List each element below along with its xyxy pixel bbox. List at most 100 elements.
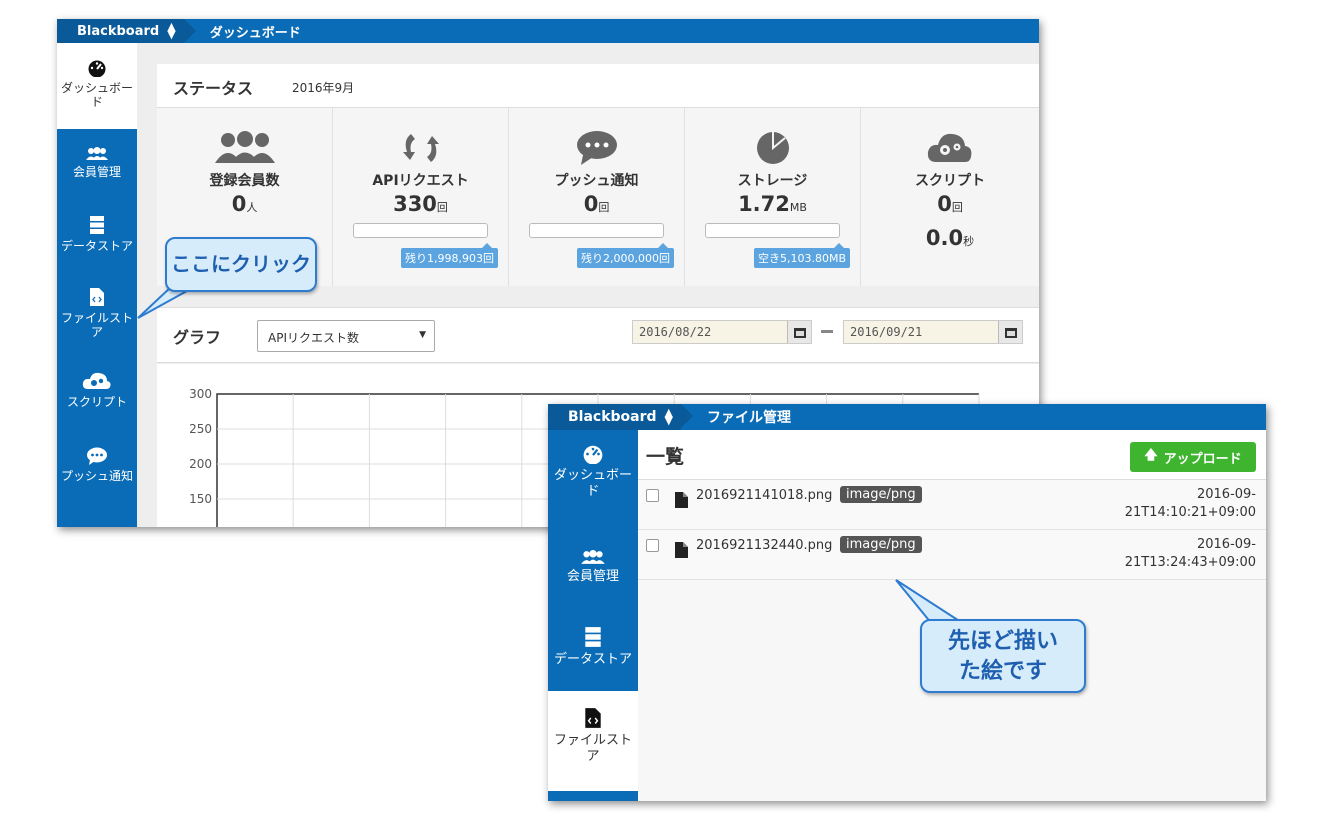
stat-label: ストレージ (737, 173, 808, 189)
cloud-gear-icon (927, 133, 972, 162)
callout-drawn-picture: 先ほど描い た絵です (920, 619, 1086, 693)
gauge-icon (88, 60, 106, 77)
file-row[interactable]: 2016921141018.png image/png 2016-09- 21T1… (638, 480, 1266, 530)
sidebar-item-label: データストア (60, 239, 133, 253)
stat-script: スクリプト 0回 0.0秒 (861, 108, 1039, 286)
graph-header: グラフ APIリクエスト数 ▼ 2016/08/22 2016/09/21 (157, 307, 1039, 363)
brand-name: Blackboard (568, 409, 657, 425)
mime-badge: image/png (840, 536, 922, 553)
graph-title: グラフ (173, 328, 222, 347)
cloud-gear-icon (82, 372, 111, 389)
breadcrumb[interactable]: ファイル管理 (681, 407, 791, 427)
users-icon (86, 147, 108, 160)
sidebar-item-label: ファイルストア (61, 311, 134, 339)
database-icon (585, 627, 601, 647)
y-tick-label: 300 (189, 387, 212, 401)
stat-api-requests: APIリクエスト 330回 残り1,998,903回 (333, 108, 509, 286)
users-icon (581, 550, 605, 564)
sidebar-item-datastore[interactable]: データストア (548, 626, 638, 686)
stat-value: 0回 (583, 192, 610, 216)
users-icon (214, 131, 275, 163)
stat-value: 0回 (937, 192, 963, 216)
sidebar-item-dashboard[interactable]: ダッシュボード (57, 43, 137, 129)
sidebar-item-members[interactable]: 会員管理 (57, 147, 137, 207)
stat-value: 1.72MB (738, 192, 807, 216)
status-header: ステータス 2016年9月 (157, 64, 1039, 108)
brand-switcher[interactable]: Blackboard ▲ ▼ (548, 404, 694, 430)
sidebar-item-script[interactable]: スクリプト (57, 371, 137, 431)
stat-value: 0人 (231, 192, 258, 216)
sidebar-item-filestore[interactable]: ファイルストア (57, 287, 137, 357)
mime-badge: image/png (840, 486, 922, 503)
stat-label: APIリクエスト (372, 173, 469, 189)
usage-bar (529, 223, 664, 238)
stat-value: 330回 (393, 192, 448, 216)
top-bar: Blackboard ▲ ▼ ダッシュボード (57, 19, 1039, 43)
remaining-tag: 残り1,998,903回 (401, 243, 498, 268)
y-tick-label: 250 (189, 422, 212, 436)
stat-label: スクリプト (915, 173, 985, 189)
status-period: 2016年9月 (292, 81, 355, 95)
calendar-icon[interactable] (787, 321, 811, 343)
sidebar-item-dashboard[interactable]: ダッシュボード (548, 444, 638, 514)
stat-push: プッシュ通知 0回 残り2,000,000回 (509, 108, 685, 286)
file-code-icon (585, 708, 601, 728)
chat-icon (576, 131, 617, 165)
pie-chart-icon (756, 132, 789, 164)
date-to-input[interactable]: 2016/09/21 (843, 320, 1023, 344)
stat-storage: ストレージ 1.72MB 空き5,103.80MB (685, 108, 861, 286)
metric-select[interactable]: APIリクエスト数 ▼ (257, 320, 435, 352)
breadcrumb[interactable]: ダッシュボード (184, 22, 301, 41)
date-separator (821, 330, 833, 333)
file-icon (675, 492, 688, 508)
y-tick-label: 200 (189, 457, 212, 471)
status-title: ステータス (173, 79, 254, 98)
sort-arrows-icon: ▲ ▼ (664, 406, 674, 427)
list-title: 一覧 (646, 446, 685, 468)
sidebar-item-members[interactable]: 会員管理 (548, 550, 638, 600)
sidebar-item-label: データストア (553, 652, 632, 667)
file-name[interactable]: 2016921132440.png (696, 538, 832, 553)
file-timestamp: 2016-09- 21T13:24:43+09:00 (1124, 537, 1256, 570)
sidebar-item-filestore[interactable]: ファイルストア (548, 691, 638, 791)
sidebar-item-label: スクリプト (66, 395, 127, 409)
arrow-up-icon: 🡅 (1144, 448, 1158, 463)
brand-name: Blackboard (77, 23, 160, 39)
sidebar-item-label: ファイルストア (553, 733, 632, 764)
top-bar: Blackboard ▲ ▼ ファイル管理 (548, 404, 1266, 430)
usage-bar (353, 223, 488, 238)
caret-down-icon: ▼ (419, 330, 426, 340)
row-checkbox[interactable] (646, 539, 659, 552)
sidebar-item-push[interactable]: プッシュ通知 (57, 447, 137, 507)
stat-value-secondary: 0.0秒 (925, 226, 975, 250)
gauge-icon (583, 445, 603, 464)
brand-switcher[interactable]: Blackboard ▲ ▼ (57, 19, 196, 43)
file-timestamp: 2016-09- 21T14:10:21+09:00 (1124, 487, 1256, 520)
row-checkbox[interactable] (646, 489, 659, 502)
chat-icon (87, 447, 107, 465)
file-row[interactable]: 2016921132440.png image/png 2016-09- 21T1… (638, 530, 1266, 580)
y-tick-label: 150 (189, 492, 212, 506)
remaining-tag: 残り2,000,000回 (577, 243, 674, 268)
database-icon (90, 216, 104, 234)
list-header: 一覧 🡅 アップロード 削除 (638, 430, 1266, 480)
stat-label: プッシュ通知 (554, 173, 639, 189)
remaining-tag: 空き5,103.80MB (753, 243, 850, 268)
file-icon (675, 542, 688, 558)
file-name[interactable]: 2016921141018.png (696, 488, 832, 503)
sidebar-item-label: 会員管理 (566, 569, 619, 584)
sidebar: ダッシュボード 会員管理 データストア ファイルストア スクリプト プッシュ通知 (57, 43, 137, 527)
usage-bar (705, 223, 840, 238)
sidebar-item-datastore[interactable]: データストア (57, 215, 137, 275)
sidebar-item-label: ダッシュボード (553, 468, 632, 499)
refresh-icon (402, 134, 439, 162)
sidebar: ダッシュボード 会員管理 データストア ファイルストア (548, 430, 638, 801)
upload-button[interactable]: 🡅 アップロード (1130, 442, 1256, 472)
date-from-input[interactable]: 2016/08/22 (632, 320, 812, 344)
sidebar-item-label: 会員管理 (72, 165, 121, 179)
sidebar-item-label: ダッシュボード (61, 81, 134, 109)
calendar-icon[interactable] (998, 321, 1022, 343)
file-code-icon (90, 288, 104, 306)
sort-arrows-icon: ▲ ▼ (167, 20, 176, 41)
sidebar-item-label: プッシュ通知 (60, 469, 133, 483)
